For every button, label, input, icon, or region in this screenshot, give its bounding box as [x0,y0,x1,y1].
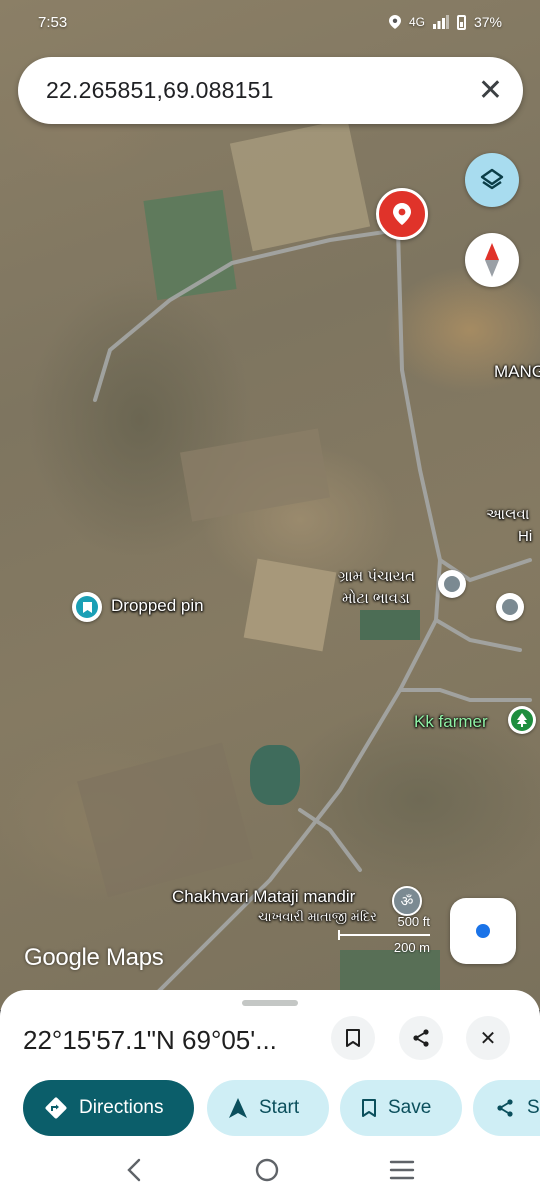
bookmark-icon [346,1029,360,1047]
bookmark-icon [362,1099,376,1117]
search-input[interactable]: 22.265851,69.088151 [46,77,478,104]
my-location-icon [476,924,490,938]
partial-place-label-gu: આલવા [486,506,530,523]
scale-feet: 500 ft [397,914,430,929]
navigation-icon [229,1098,247,1118]
save-icon-button[interactable] [331,1016,375,1060]
recents-icon[interactable] [389,1159,415,1181]
coordinates-title: 22°15'57.1"N 69°05'... [23,1025,277,1055]
map-scale: 500 ft 200 m [330,912,430,956]
close-icon: ✕ [479,1027,497,1050]
sheet-drag-handle[interactable] [242,1000,298,1006]
location-status-icon [388,15,401,29]
directions-button[interactable]: Directions [23,1080,194,1136]
network-type: 4G [408,15,425,29]
poi-marker[interactable] [496,593,524,621]
map-pin-icon [393,203,411,225]
gram-panchayat-label[interactable]: ગ્રામ પંચાયત [338,568,415,585]
gram-panchayat-label-2[interactable]: મોટા ભાવડા [342,590,410,607]
battery-level: 37% [473,14,502,30]
compass-button[interactable] [465,233,519,287]
partial-place-label-2: Hi [518,528,533,545]
kk-farmer-marker[interactable] [508,706,536,734]
tree-icon [511,709,533,731]
dropped-pin-label[interactable]: Dropped pin [111,596,204,616]
directions-label: Directions [79,1097,164,1118]
back-icon[interactable] [125,1158,145,1182]
my-location-button[interactable] [450,898,516,964]
signal-icon [432,15,449,29]
layers-icon [480,168,504,190]
battery-icon [456,14,466,30]
dropped-pin-marker[interactable] [72,592,102,622]
map-view[interactable]: 7:53 4G 37% 22.265851,69.088151 ✕ Droppe… [0,0,540,1010]
save-button[interactable]: Save [340,1080,462,1136]
system-navigation-bar [0,1140,540,1200]
layers-button[interactable] [465,153,519,207]
start-button[interactable]: Start [207,1080,329,1136]
status-bar: 7:53 4G 37% [0,0,540,44]
home-icon[interactable] [254,1157,280,1183]
temple-label-en[interactable]: Chakhvari Mataji mandir [172,887,355,907]
google-maps-logo: Google Maps [24,944,164,971]
search-bar[interactable]: 22.265851,69.088151 ✕ [18,57,523,124]
gram-panchayat-marker[interactable] [438,570,466,598]
share-icon-button[interactable] [399,1016,443,1060]
start-label: Start [259,1097,300,1118]
scale-meters: 200 m [393,940,430,955]
share-icon [413,1029,429,1047]
om-icon: ॐ [400,893,414,910]
partial-place-label: MANG [494,362,540,381]
selected-location-pin[interactable] [376,188,428,240]
status-icons: 4G 37% [388,14,502,30]
kk-farmer-label[interactable]: Kk farmer [414,712,488,732]
close-sheet-button[interactable]: ✕ [466,1016,510,1060]
share-icon [497,1099,513,1117]
status-time: 7:53 [38,13,68,31]
bottom-sheet[interactable]: 22°15'57.1"N 69°05'... ✕ Directions Star… [0,990,540,1140]
directions-icon [45,1097,67,1119]
share-label: S [527,1097,540,1118]
compass-icon [485,243,499,277]
save-label: Save [388,1097,432,1118]
bookmark-icon [76,596,98,618]
share-button[interactable]: S [473,1080,540,1136]
close-icon[interactable]: ✕ [478,75,503,106]
map-roads [93,228,532,1002]
scale-line [338,934,430,936]
